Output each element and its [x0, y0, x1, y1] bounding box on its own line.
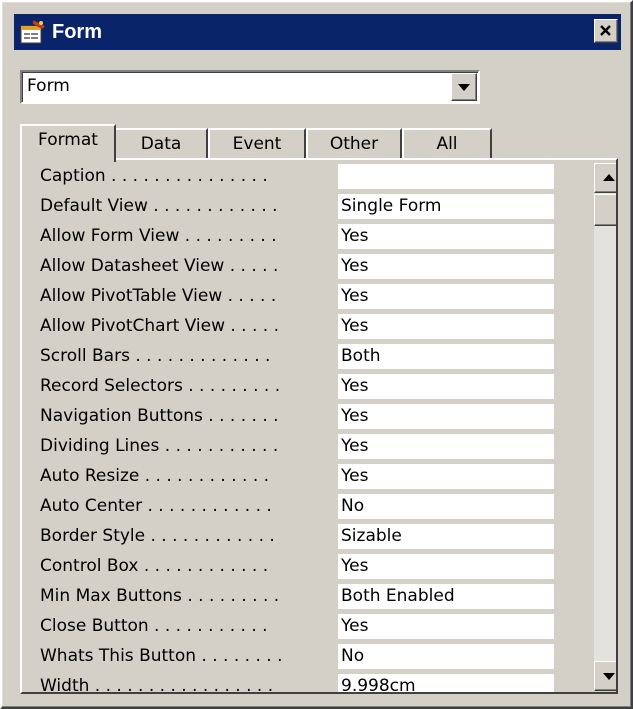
property-value-field[interactable]: Yes — [338, 404, 554, 429]
property-value-field[interactable]: Yes — [338, 464, 554, 489]
property-value-field[interactable]: Yes — [338, 254, 554, 279]
close-icon — [600, 25, 611, 36]
property-label: Allow Datasheet View . . . . . — [40, 256, 279, 276]
property-label: Allow Form View . . . . . . . . . — [40, 226, 277, 246]
object-selector-value: Form — [27, 76, 70, 96]
property-label: Allow PivotTable View . . . . . — [40, 286, 277, 306]
property-label: Caption . . . . . . . . . . . . . . . — [40, 166, 268, 186]
property-value-field[interactable]: Yes — [338, 614, 554, 639]
property-label: Control Box . . . . . . . . . . . . — [40, 556, 269, 576]
property-row[interactable]: Auto Center . . . . . . . . . . . . No — [22, 492, 562, 522]
property-value-field[interactable]: No — [338, 494, 554, 519]
object-selector-combo[interactable]: Form — [20, 70, 480, 104]
property-row[interactable]: Allow PivotTable View . . . . . Yes — [22, 282, 562, 312]
property-value-field[interactable] — [338, 164, 554, 189]
tab-format[interactable]: Format — [20, 124, 116, 162]
property-label: Allow PivotChart View . . . . . — [40, 316, 280, 336]
property-value-field[interactable]: Yes — [338, 374, 554, 399]
property-label: Border Style . . . . . . . . . . . . — [40, 526, 275, 546]
property-row[interactable]: Navigation Buttons . . . . . . . Yes — [22, 402, 562, 432]
scroll-thumb[interactable] — [594, 194, 616, 226]
property-value-field[interactable]: Yes — [338, 554, 554, 579]
property-list: Caption . . . . . . . . . . . . . . . De… — [22, 162, 562, 694]
property-value-field[interactable]: Single Form — [338, 194, 554, 219]
property-row[interactable]: Caption . . . . . . . . . . . . . . . — [22, 162, 562, 192]
chevron-down-icon — [603, 673, 615, 680]
property-row[interactable]: Border Style . . . . . . . . . . . . Siza… — [22, 522, 562, 552]
tab-other[interactable]: Other — [306, 128, 402, 160]
property-row[interactable]: Record Selectors . . . . . . . . . Yes — [22, 372, 562, 402]
property-row[interactable]: Dividing Lines . . . . . . . . . . . Yes — [22, 432, 562, 462]
object-selector-dropdown-button[interactable] — [451, 73, 477, 101]
close-button[interactable] — [594, 19, 618, 43]
title-bar[interactable]: Form — [14, 14, 621, 50]
property-sheet-window: Form Form Data Event Other All Format Ca… — [0, 0, 633, 709]
property-row[interactable]: Scroll Bars . . . . . . . . . . . . . Bot… — [22, 342, 562, 372]
chevron-up-icon — [603, 174, 615, 181]
property-value-field[interactable]: Yes — [338, 224, 554, 249]
tab-event[interactable]: Event — [208, 128, 306, 160]
scroll-down-button[interactable] — [594, 661, 616, 691]
form-properties-icon — [19, 18, 47, 46]
property-row[interactable]: Allow Datasheet View . . . . . Yes — [22, 252, 562, 282]
property-value-field[interactable]: 9.998cm — [338, 674, 554, 692]
property-value-field[interactable]: Sizable — [338, 524, 554, 549]
property-label: Whats This Button . . . . . . . . — [40, 646, 283, 666]
property-row[interactable]: Allow PivotChart View . . . . . Yes — [22, 312, 562, 342]
property-label: Width . . . . . . . . . . . . . . . . . — [40, 676, 274, 694]
property-row[interactable]: Allow Form View . . . . . . . . . Yes — [22, 222, 562, 252]
property-label: Auto Center . . . . . . . . . . . . — [40, 496, 272, 516]
vertical-scrollbar[interactable] — [594, 163, 616, 691]
property-label: Min Max Buttons . . . . . . . . . — [40, 586, 280, 606]
property-label: Auto Resize . . . . . . . . . . . . — [40, 466, 270, 486]
property-label: Dividing Lines . . . . . . . . . . . — [40, 436, 279, 456]
property-value-field[interactable]: Both Enabled — [338, 584, 554, 609]
property-label: Scroll Bars . . . . . . . . . . . . . — [40, 346, 271, 366]
property-value-field[interactable]: Both — [338, 344, 554, 369]
property-label: Default View . . . . . . . . . . . . — [40, 196, 278, 216]
tab-data[interactable]: Data — [114, 128, 208, 160]
property-label: Record Selectors . . . . . . . . . — [40, 376, 281, 396]
property-label: Navigation Buttons . . . . . . . — [40, 406, 279, 426]
property-tabs: Data Event Other All Format — [20, 124, 620, 162]
properties-panel: Caption . . . . . . . . . . . . . . . De… — [20, 158, 618, 694]
property-row[interactable]: Whats This Button . . . . . . . . No — [22, 642, 562, 672]
property-row[interactable]: Auto Resize . . . . . . . . . . . . Yes — [22, 462, 562, 492]
property-value-field[interactable]: Yes — [338, 314, 554, 339]
property-label: Close Button . . . . . . . . . . . — [40, 616, 268, 636]
property-row[interactable]: Min Max Buttons . . . . . . . . . Both En… — [22, 582, 562, 612]
property-row[interactable]: Default View . . . . . . . . . . . . Sing… — [22, 192, 562, 222]
property-row[interactable]: Close Button . . . . . . . . . . . Yes — [22, 612, 562, 642]
tab-all[interactable]: All — [402, 128, 492, 160]
chevron-down-icon — [458, 84, 470, 91]
scroll-up-button[interactable] — [594, 163, 616, 193]
property-value-field[interactable]: No — [338, 644, 554, 669]
property-row[interactable]: Control Box . . . . . . . . . . . . Yes — [22, 552, 562, 582]
property-value-field[interactable]: Yes — [338, 434, 554, 459]
property-row[interactable]: Width . . . . . . . . . . . . . . . . . 9… — [22, 672, 562, 694]
property-value-field[interactable]: Yes — [338, 284, 554, 309]
window-title: Form — [52, 21, 102, 43]
